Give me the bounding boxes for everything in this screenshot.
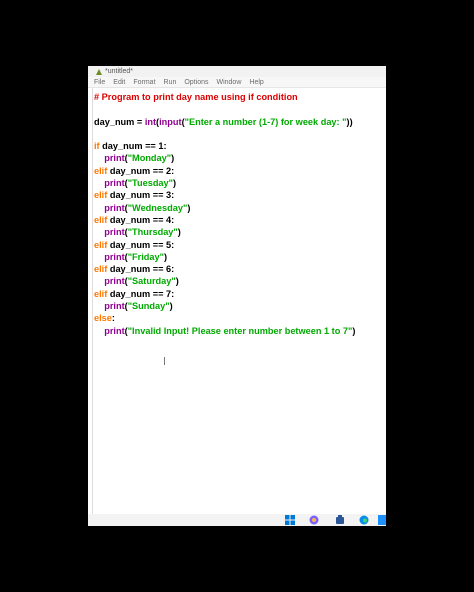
- code-line[interactable]: print("Friday"): [94, 251, 355, 263]
- code-area[interactable]: # Program to print day name using if con…: [94, 91, 355, 337]
- app-icon-2[interactable]: [378, 515, 386, 525]
- code-token: elif: [94, 239, 108, 250]
- code-token: ): [177, 227, 181, 238]
- code-token: "Invalid Input! Please enter number betw…: [127, 325, 353, 336]
- code-line[interactable]: [94, 128, 355, 140]
- code-token: "Wednesday": [127, 202, 188, 213]
- code-token: print: [104, 227, 125, 238]
- code-line[interactable]: else:: [94, 312, 355, 324]
- code-line[interactable]: print("Thursday"): [94, 226, 355, 238]
- menu-format[interactable]: Format: [133, 79, 155, 86]
- code-token: print: [104, 202, 125, 213]
- code-token: elif: [94, 264, 108, 275]
- code-token: ): [187, 202, 191, 213]
- code-token: "Enter a number (1-7) for week day: ": [184, 116, 347, 127]
- code-line[interactable]: print("Wednesday"): [94, 202, 355, 214]
- code-line[interactable]: print("Invalid Input! Please enter numbe…: [94, 325, 355, 337]
- idle-editor-window: *untitled* File Edit Format Run Options …: [88, 66, 386, 514]
- editor-gutter: [88, 88, 93, 514]
- code-token: "Thursday": [127, 227, 178, 238]
- text-cursor-icon: [164, 357, 165, 365]
- code-token: day_num == 7:: [107, 288, 175, 299]
- code-token: elif: [94, 190, 108, 201]
- code-token: elif: [94, 214, 108, 225]
- menu-file[interactable]: File: [94, 79, 105, 86]
- code-token: print: [104, 251, 125, 262]
- code-token: day_num == 1:: [99, 141, 167, 152]
- code-token: "Saturday": [127, 276, 176, 287]
- code-line[interactable]: [94, 103, 355, 115]
- edge-browser-icon[interactable]: [359, 515, 369, 525]
- code-token: :: [111, 313, 115, 324]
- code-line[interactable]: print("Monday"): [94, 152, 355, 164]
- code-token: elif: [94, 165, 108, 176]
- code-line[interactable]: day_num = int(input("Enter a number (1-7…: [94, 116, 355, 128]
- menu-help[interactable]: Help: [249, 79, 263, 86]
- menu-options[interactable]: Options: [184, 79, 208, 86]
- python-feather-icon: [96, 68, 102, 75]
- copilot-icon[interactable]: [309, 515, 319, 525]
- code-token: print: [104, 153, 125, 164]
- code-line[interactable]: elif day_num == 3:: [94, 189, 355, 201]
- code-token: day_num == 6:: [107, 264, 175, 275]
- code-token: "Monday": [127, 153, 172, 164]
- code-line[interactable]: print("Tuesday"): [94, 177, 355, 189]
- code-token: ): [173, 178, 177, 189]
- code-line[interactable]: elif day_num == 7:: [94, 288, 355, 300]
- code-token: input: [159, 116, 182, 127]
- code-token: print: [104, 301, 125, 312]
- code-token: "Friday": [127, 251, 164, 262]
- windows-start-icon[interactable]: [285, 515, 295, 525]
- code-token: ): [171, 153, 175, 164]
- code-token: "Sunday": [127, 301, 170, 312]
- taskbar: [88, 514, 386, 526]
- code-token: ): [352, 325, 356, 336]
- code-token: ): [164, 251, 168, 262]
- code-line[interactable]: elif day_num == 5:: [94, 239, 355, 251]
- code-token: )): [346, 116, 353, 127]
- code-line[interactable]: if day_num == 1:: [94, 140, 355, 152]
- code-token: "Tuesday": [127, 178, 174, 189]
- code-editor[interactable]: # Program to print day name using if con…: [88, 88, 386, 514]
- menu-edit[interactable]: Edit: [113, 79, 125, 86]
- code-token: elif: [94, 288, 108, 299]
- code-token: day_num == 3:: [107, 190, 175, 201]
- code-line[interactable]: elif day_num == 4:: [94, 214, 355, 226]
- code-token: int: [144, 116, 157, 127]
- code-line[interactable]: elif day_num == 2:: [94, 165, 355, 177]
- menu-run[interactable]: Run: [164, 79, 177, 86]
- code-token: ): [175, 276, 179, 287]
- window-title: *untitled*: [105, 68, 134, 75]
- code-token: print: [104, 276, 125, 287]
- code-line[interactable]: print("Saturday"): [94, 275, 355, 287]
- title-bar: *untitled*: [88, 66, 386, 77]
- code-token: # Program to print day name using if con…: [94, 92, 298, 102]
- menu-window[interactable]: Window: [216, 79, 241, 86]
- code-line[interactable]: elif day_num == 6:: [94, 263, 355, 275]
- code-token: day_num == 4:: [107, 214, 175, 225]
- code-token: ): [169, 301, 173, 312]
- code-token: day_num == 2:: [107, 165, 175, 176]
- code-token: day_num == 5:: [107, 239, 175, 250]
- app-icon[interactable]: [335, 515, 345, 525]
- code-line[interactable]: # Program to print day name using if con…: [94, 91, 355, 103]
- menu-bar: File Edit Format Run Options Window Help: [88, 77, 386, 88]
- code-token: day_num =: [94, 116, 145, 127]
- code-line[interactable]: print("Sunday"): [94, 300, 355, 312]
- code-token: else: [94, 313, 112, 324]
- code-token: print: [104, 325, 125, 336]
- code-token: print: [104, 178, 125, 189]
